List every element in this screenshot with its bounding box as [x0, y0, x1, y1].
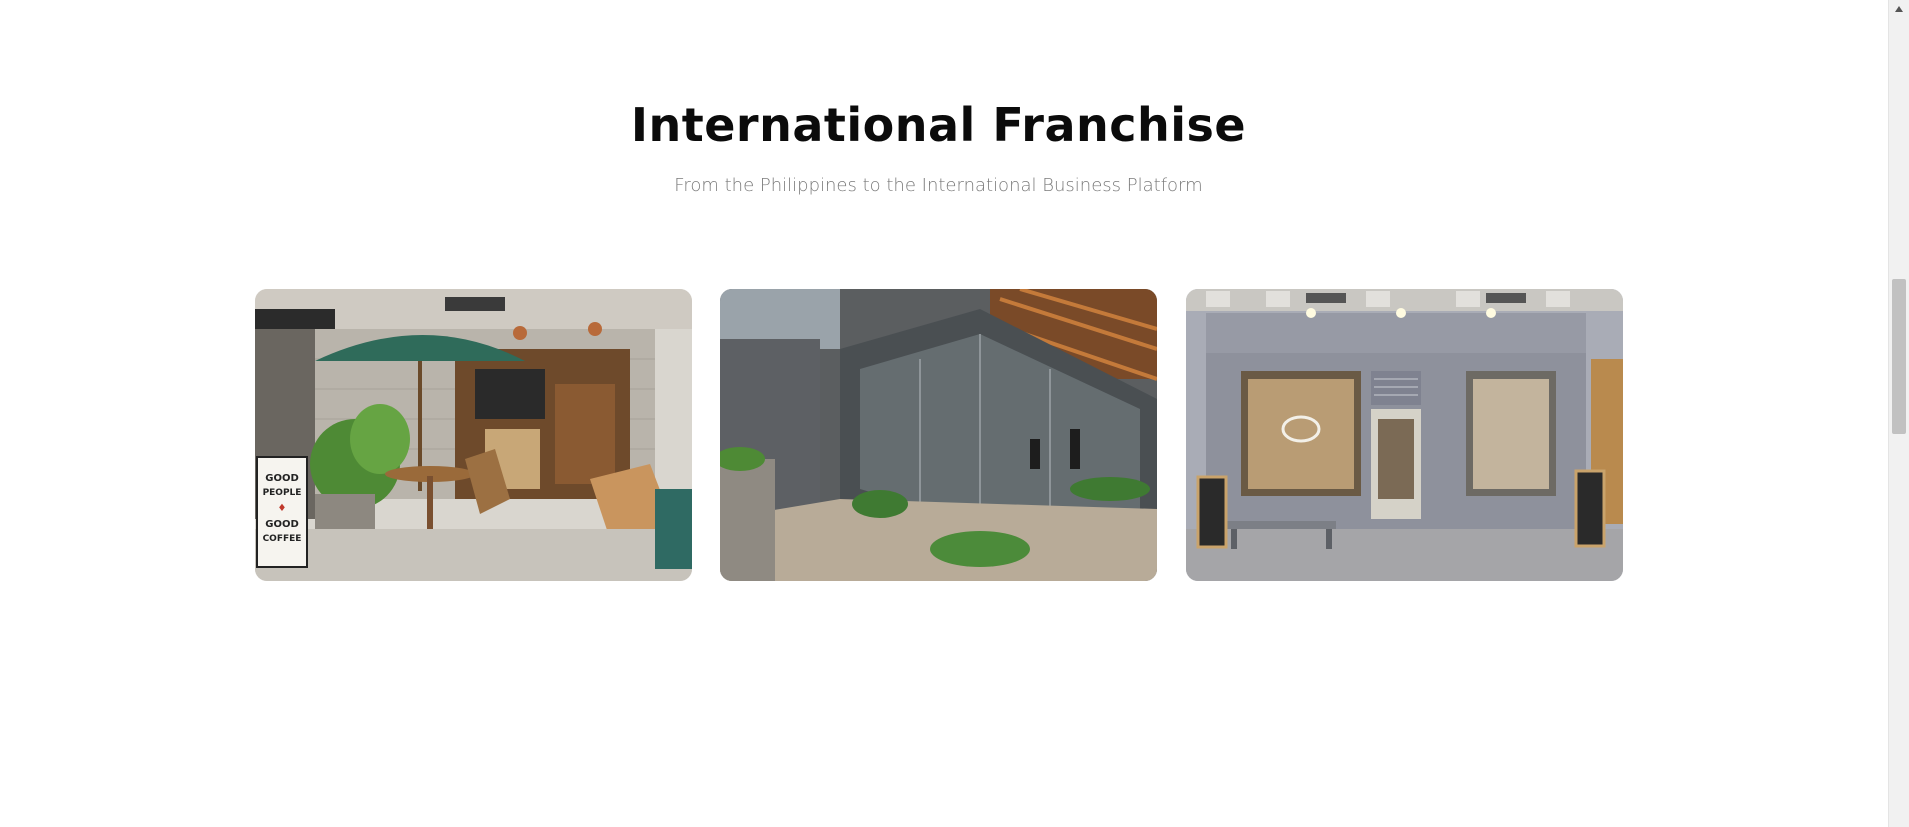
- svg-text:♦: ♦: [278, 503, 287, 514]
- glass-pavilion-cafe-photo: [720, 289, 1157, 581]
- gallery-image-glass-pavilion[interactable]: [720, 289, 1157, 581]
- cafe-storefront-photo: GOOD PEOPLE ♦ GOOD COFFEE: [255, 289, 692, 581]
- scrollbar-thumb[interactable]: [1892, 279, 1906, 434]
- gallery-image-cafe-storefront[interactable]: GOOD PEOPLE ♦ GOOD COFFEE: [255, 289, 692, 581]
- vertical-scrollbar[interactable]: [1888, 0, 1909, 827]
- grey-facade-cafe-photo: [1186, 289, 1623, 581]
- section-title: International Franchise: [630, 98, 1247, 152]
- franchise-gallery: GOOD PEOPLE ♦ GOOD COFFEE: [255, 289, 1623, 581]
- scroll-up-arrow-icon[interactable]: [1889, 0, 1909, 17]
- page: International Franchise From the Philipp…: [0, 0, 1909, 827]
- section-subtitle: From the Philippines to the Internationa…: [674, 175, 1203, 196]
- svg-text:PEOPLE: PEOPLE: [263, 488, 302, 498]
- svg-text:COFFEE: COFFEE: [263, 534, 302, 544]
- gallery-image-grey-facade[interactable]: [1186, 289, 1623, 581]
- svg-text:GOOD: GOOD: [265, 473, 299, 484]
- svg-text:GOOD: GOOD: [265, 519, 299, 530]
